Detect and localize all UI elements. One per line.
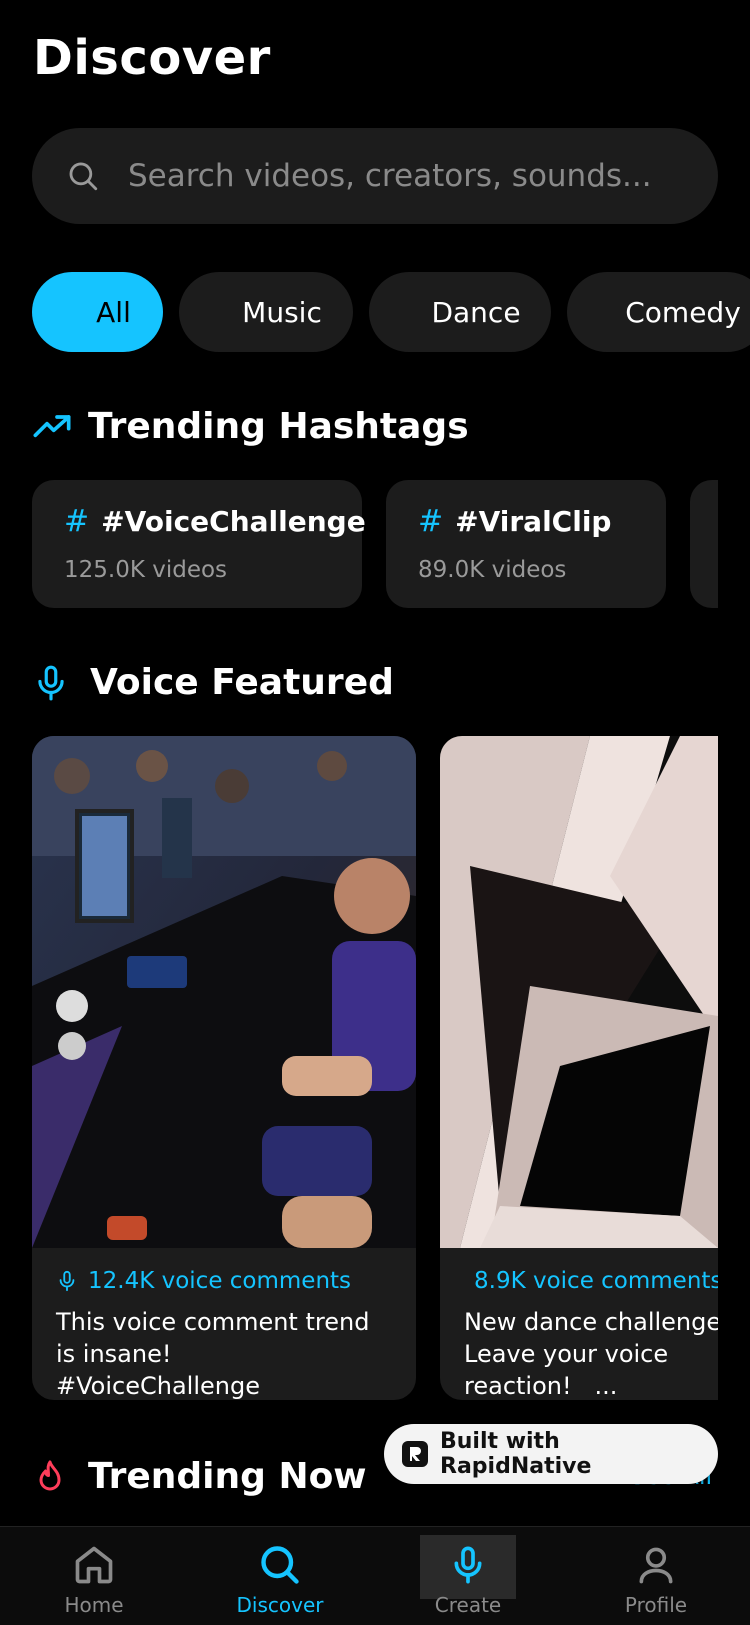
hashtag-count: 89.0K videos (418, 557, 567, 583)
search-icon (69, 162, 98, 191)
page-title: Discover (33, 30, 271, 86)
nav-discover[interactable]: Discover (186, 1527, 374, 1625)
nav-profile[interactable]: Profile (562, 1527, 750, 1625)
search-icon (261, 1546, 299, 1584)
nav-label: Home (64, 1593, 124, 1617)
trending-hashtags-header: Trending Hashtags (32, 406, 469, 447)
video-caption: New dance challenge! Leave your voice re… (464, 1308, 718, 1400)
featured-video-card[interactable]: 12.4K voice comments This voice comment … (32, 736, 416, 1400)
chip-comedy[interactable]: Comedy (567, 272, 750, 352)
hashtag-card-partial[interactable] (690, 480, 718, 608)
bottom-nav: Home Discover Create Profile (0, 1526, 750, 1625)
nav-home[interactable]: Home (0, 1527, 188, 1625)
search-bar[interactable] (32, 128, 718, 224)
microphone-icon (59, 1270, 75, 1292)
flame-icon (39, 1460, 61, 1490)
badge-label: Built with RapidNative (440, 1429, 592, 1479)
nav-label: Profile (624, 1593, 688, 1617)
hashtag-card[interactable]: # #ViralClip 89.0K videos (386, 480, 666, 608)
category-chips: All Music Dance Comedy (32, 272, 750, 352)
video-thumbnail (32, 736, 416, 1248)
voice-comment-count: 8.9K voice comments (474, 1268, 718, 1294)
voice-featured-header: Voice Featured (32, 662, 394, 703)
section-title: Voice Featured (90, 662, 394, 703)
trending-now-header: Trending Now (32, 1456, 367, 1497)
hashtag-count: 125.0K videos (64, 557, 228, 583)
nav-create[interactable]: Create (374, 1527, 562, 1625)
chip-all[interactable]: All (32, 272, 163, 352)
hashtag-label: #ViralClip (455, 505, 612, 538)
microphone-icon (454, 1546, 482, 1584)
nav-label: Create (434, 1593, 502, 1617)
hash-icon: # (64, 504, 90, 539)
video-thumbnail (440, 736, 718, 1248)
hash-icon: # (418, 504, 444, 539)
hashtag-label: #VoiceChallenge (101, 505, 366, 538)
rapidnative-logo-icon (402, 1441, 428, 1467)
section-title: Trending Now (88, 1456, 367, 1497)
voice-comment-count: 12.4K voice comments (88, 1268, 352, 1294)
chip-dance[interactable]: Dance (369, 272, 551, 352)
search-input[interactable] (126, 157, 690, 195)
trending-up-icon (33, 414, 71, 437)
hashtag-card[interactable]: # #VoiceChallenge 125.0K videos (32, 480, 366, 608)
home-icon (75, 1546, 113, 1584)
profile-icon (639, 1547, 673, 1584)
built-with-badge[interactable]: Built with RapidNative (384, 1424, 718, 1484)
microphone-icon (38, 665, 64, 700)
chip-music[interactable]: Music (179, 272, 353, 352)
video-caption: This voice comment trend is insane! #Voi… (56, 1308, 378, 1400)
featured-video-card[interactable]: 8.9K voice comments New dance challenge!… (440, 736, 718, 1400)
nav-label: Discover (236, 1593, 324, 1617)
section-title: Trending Hashtags (88, 406, 469, 447)
